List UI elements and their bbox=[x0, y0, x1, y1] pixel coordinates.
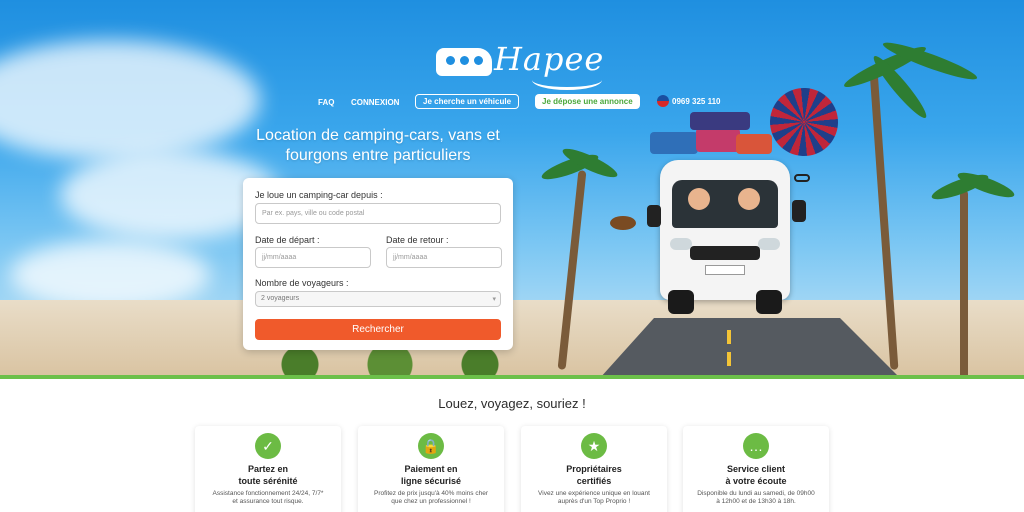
star-badge-icon: ★ bbox=[581, 433, 607, 459]
feature-title: Partez en toute sérénité bbox=[238, 464, 298, 486]
search-button[interactable]: Rechercher bbox=[255, 319, 501, 340]
feature-card: … Service client à votre écoute Disponib… bbox=[683, 426, 829, 512]
location-input[interactable]: Par ex. pays, ville ou code postal bbox=[255, 203, 501, 224]
feature-title: Service client à votre écoute bbox=[725, 464, 787, 486]
road-marking bbox=[727, 330, 731, 344]
padlock-check-icon: 🔒 bbox=[418, 433, 444, 459]
location-label: Je loue un camping-car depuis : bbox=[255, 190, 383, 200]
side-mirror bbox=[792, 200, 806, 222]
feature-title: Paiement en ligne sécurisé bbox=[400, 464, 462, 486]
feature-description: Assistance fonctionnement 24/24, 7/7* et… bbox=[212, 490, 324, 505]
search-vehicle-button[interactable]: Je cherche un véhicule bbox=[415, 94, 520, 109]
chevron-down-icon: ▾ bbox=[492, 296, 496, 303]
return-label: Date de retour : bbox=[386, 235, 449, 245]
nav-faq-link[interactable]: FAQ bbox=[318, 98, 334, 107]
feature-description: Profitez de prix jusqu'à 40% moins cher … bbox=[374, 490, 488, 505]
chat-bubbles-icon: … bbox=[743, 433, 769, 459]
hat bbox=[610, 216, 636, 230]
side-mirror bbox=[647, 205, 661, 227]
france-flag-icon bbox=[657, 95, 669, 107]
brand-logo[interactable]: Hapee bbox=[436, 40, 603, 90]
camper-van bbox=[650, 150, 800, 315]
nav-login-link[interactable]: CONNEXION bbox=[351, 98, 399, 107]
return-date-input[interactable]: jj/mm/aaaa bbox=[386, 247, 502, 268]
suitcase bbox=[690, 112, 750, 130]
cloud bbox=[0, 40, 260, 160]
post-listing-button[interactable]: Je dépose une annonce bbox=[535, 94, 640, 109]
departure-date-input[interactable]: jj/mm/aaaa bbox=[255, 247, 371, 268]
phone-number: 0969 325 110 bbox=[672, 96, 721, 106]
travelers-select[interactable]: 2 voyageurs ▾ bbox=[255, 291, 501, 307]
search-form: Je loue un camping-car depuis : Par ex. … bbox=[243, 178, 513, 350]
van-window bbox=[474, 56, 483, 65]
road-marking bbox=[727, 352, 731, 366]
headline-line-2: fourgons entre particuliers bbox=[285, 147, 471, 164]
headline-line-1: Location de camping-cars, vans et bbox=[256, 127, 500, 144]
feature-card: ✓ Partez en toute sérénité Assistance fo… bbox=[195, 426, 341, 512]
suitcase bbox=[696, 128, 740, 152]
van-window bbox=[446, 56, 455, 65]
phone-contact[interactable]: 0969 325 110 bbox=[657, 95, 721, 107]
departure-label: Date de départ : bbox=[255, 235, 320, 245]
van-window bbox=[460, 56, 469, 65]
feature-title: Propriétaires certifiés bbox=[566, 464, 622, 486]
shield-thumbs-up-icon: ✓ bbox=[255, 433, 281, 459]
travelers-label: Nombre de voyageurs : bbox=[255, 278, 349, 288]
travelers-value: 2 voyageurs bbox=[261, 295, 300, 302]
logo-smile bbox=[532, 70, 602, 90]
divider bbox=[0, 375, 1024, 379]
feature-description: Vivez une expérience unique en louant au… bbox=[538, 490, 650, 505]
feature-card: ★ Propriétaires certifiés Vivez une expé… bbox=[521, 426, 667, 512]
feature-description: Disponible du lundi au samedi, de 09h00 … bbox=[697, 490, 815, 505]
hero-headline: Location de camping-cars, vans et fourgo… bbox=[240, 126, 516, 166]
feature-card: 🔒 Paiement en ligne sécurisé Profitez de… bbox=[358, 426, 504, 512]
section-tagline: Louez, voyagez, souriez ! bbox=[438, 396, 586, 411]
